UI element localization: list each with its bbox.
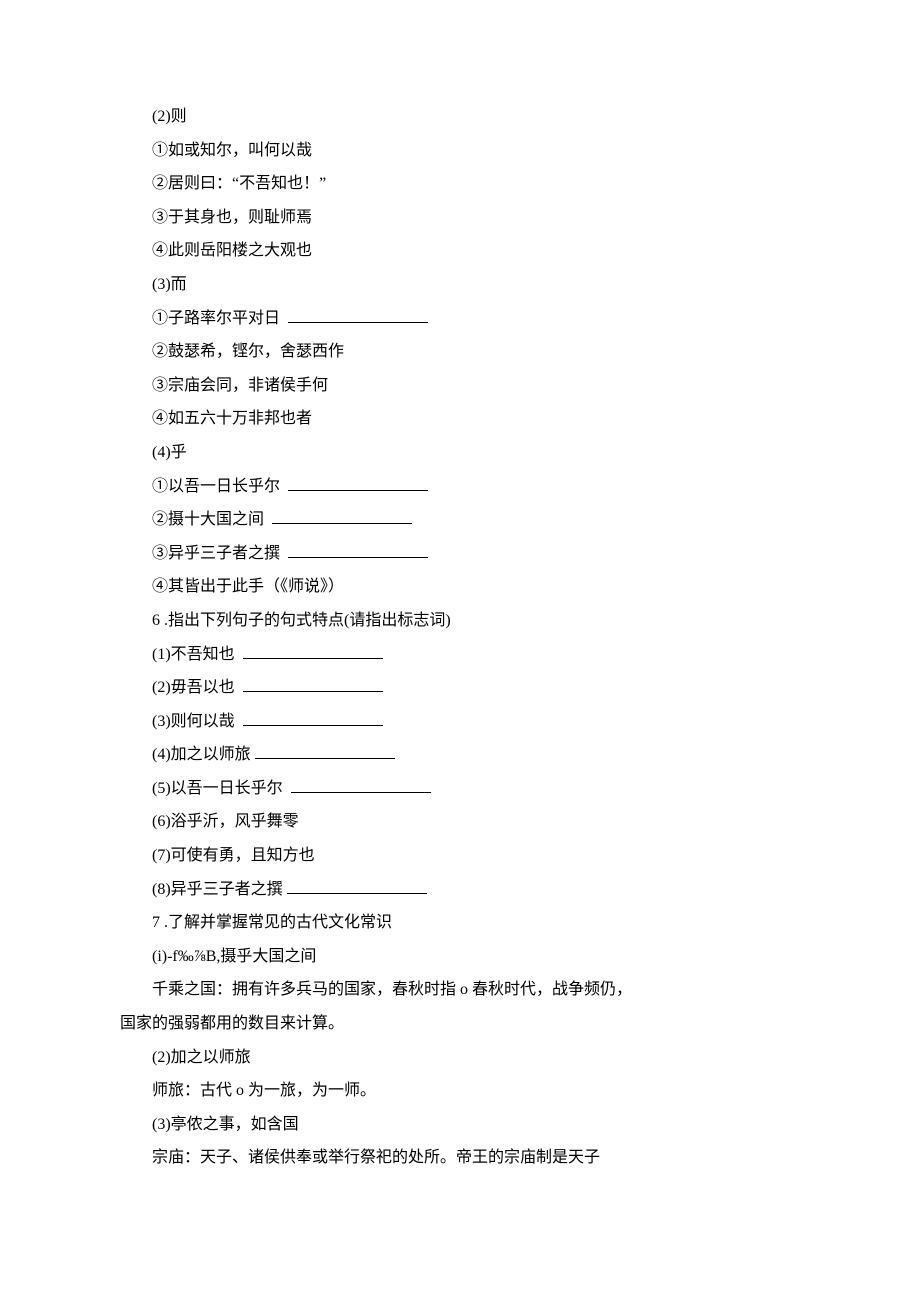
text-line: ③于其身也，则耻师焉: [120, 201, 800, 235]
text-line: ①子路率尔平对日: [120, 302, 800, 336]
text-line: (6)浴乎沂，风乎舞零: [120, 805, 800, 839]
line-text: (3)则何以哉: [152, 713, 239, 730]
fill-blank: [243, 709, 383, 726]
line-text: ④此则岳阳楼之大观也: [152, 242, 312, 259]
fill-blank: [287, 877, 427, 894]
line-text: (5)以吾一日长乎尔: [152, 780, 287, 797]
fill-blank: [291, 776, 431, 793]
line-text: 宗庙：天子、诸侯供奉或举行祭祀的处所。帝王的宗庙制是天子: [152, 1149, 600, 1166]
text-line: (4)加之以师旅: [120, 738, 800, 772]
line-text: (2)则: [152, 108, 187, 125]
text-line: ①如或知尔，叫何以哉: [120, 134, 800, 168]
line-text: (3)而: [152, 276, 187, 293]
text-line: (2)则: [120, 100, 800, 134]
text-line: ④此则岳阳楼之大观也: [120, 234, 800, 268]
fill-blank: [272, 507, 412, 524]
line-text: (i)-f‰⅞B,摄乎大国之间: [152, 948, 316, 965]
text-line: (3)则何以哉: [120, 705, 800, 739]
text-line: (i)-f‰⅞B,摄乎大国之间: [120, 940, 800, 974]
text-line: 师旅：古代 o 为一旅，为一师。: [120, 1074, 800, 1108]
line-text: ④其皆出于此手（《师说》）: [152, 578, 344, 595]
line-text: 千乘之国：拥有许多兵马的国家，春秋时指 o 春秋时代，战争频仍，: [152, 981, 632, 998]
fill-blank: [288, 541, 428, 558]
line-text: (6)浴乎沂，风乎舞零: [152, 813, 299, 830]
line-text: ②摄十大国之间: [152, 511, 268, 528]
text-line: ④其皆出于此手（《师说》）: [120, 570, 800, 604]
text-line: (2)毋吾以也: [120, 671, 800, 705]
line-text: 6 .指出下列句子的句式特点(请指出标志词): [152, 612, 451, 629]
text-line: 国家的强弱都用的数目来计算。: [120, 1007, 800, 1041]
text-line: 宗庙：天子、诸侯供奉或举行祭祀的处所。帝王的宗庙制是天子: [120, 1141, 800, 1175]
line-text: (3)亭侬之事，如含国: [152, 1116, 299, 1133]
text-line: (1)不吾知也: [120, 638, 800, 672]
line-text: (4)加之以师旅: [152, 746, 251, 763]
fill-blank: [255, 742, 395, 759]
line-text: (2)加之以师旅: [152, 1049, 251, 1066]
text-line: ②鼓瑟希，铿尔，舍瑟西作: [120, 335, 800, 369]
line-text: (4)乎: [152, 444, 187, 461]
document-page: (2)则 ①如或知尔，叫何以哉 ②居则曰：“不吾知也！” ③于其身也，则耻师焉 ④此则岳…: [0, 0, 920, 1235]
text-line: 千乘之国：拥有许多兵马的国家，春秋时指 o 春秋时代，战争频仍，: [120, 973, 800, 1007]
line-text: (1)不吾知也: [152, 646, 239, 663]
line-text: (8)异乎三子者之撰: [152, 881, 283, 898]
text-line: ④如五六十万非邦也者: [120, 402, 800, 436]
text-line: 7 .了解并掌握常见的古代文化常识: [120, 906, 800, 940]
line-text: ③于其身也，则耻师焉: [152, 209, 312, 226]
line-text: ②鼓瑟希，铿尔，舍瑟西作: [152, 343, 344, 360]
text-line: ①以吾一日长乎尔: [120, 470, 800, 504]
text-line: ②居则曰：“不吾知也！”: [120, 167, 800, 201]
line-text: 7 .了解并掌握常见的古代文化常识: [152, 914, 392, 931]
line-text: ③异乎三子者之撰: [152, 545, 284, 562]
text-line: ②摄十大国之间: [120, 503, 800, 537]
text-line: (5)以吾一日长乎尔: [120, 772, 800, 806]
line-text: ③宗庙会同，非诸侯手何: [152, 377, 328, 394]
line-text: ④如五六十万非邦也者: [152, 410, 312, 427]
line-text: (7)可使有勇，且知方也: [152, 847, 315, 864]
fill-blank: [288, 306, 428, 323]
fill-blank: [243, 675, 383, 692]
text-line: 6 .指出下列句子的句式特点(请指出标志词): [120, 604, 800, 638]
text-line: (8)异乎三子者之撰: [120, 873, 800, 907]
text-line: (3)而: [120, 268, 800, 302]
line-text: 师旅：古代 o 为一旅，为一师。: [152, 1082, 376, 1099]
text-line: (4)乎: [120, 436, 800, 470]
line-text: ①如或知尔，叫何以哉: [152, 142, 312, 159]
text-line: (2)加之以师旅: [120, 1041, 800, 1075]
line-text: (2)毋吾以也: [152, 679, 239, 696]
line-text: ①以吾一日长乎尔: [152, 478, 284, 495]
line-text: ①子路率尔平对日: [152, 310, 284, 327]
text-line: ③宗庙会同，非诸侯手何: [120, 369, 800, 403]
line-text: 国家的强弱都用的数目来计算。: [120, 1015, 344, 1032]
text-line: (3)亭侬之事，如含国: [120, 1108, 800, 1142]
line-text: ②居则曰：“不吾知也！”: [152, 175, 326, 192]
text-line: (7)可使有勇，且知方也: [120, 839, 800, 873]
fill-blank: [288, 474, 428, 491]
fill-blank: [243, 642, 383, 659]
text-line: ③异乎三子者之撰: [120, 537, 800, 571]
